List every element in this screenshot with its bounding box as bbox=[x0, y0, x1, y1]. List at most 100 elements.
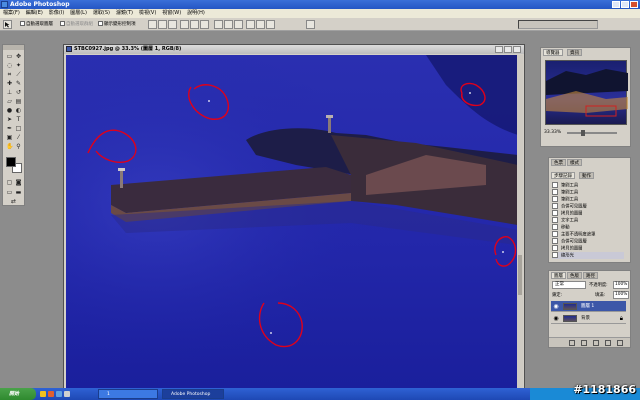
history-item[interactable]: 拷貝的圖層 bbox=[552, 245, 624, 252]
menu-window[interactable]: 視窗(W) bbox=[162, 9, 181, 18]
lasso-tool-icon[interactable]: ◌ bbox=[6, 62, 13, 69]
quick-mask-icon[interactable]: ◙ bbox=[15, 179, 22, 186]
scroll-thumb[interactable] bbox=[518, 255, 522, 295]
maximize-button[interactable] bbox=[621, 1, 629, 8]
gradient-tool-icon[interactable]: ▤ bbox=[15, 98, 22, 105]
zoom-tool-icon[interactable]: ⚲ bbox=[15, 143, 22, 150]
document-title-bar[interactable]: STBC0927.jpg @ 33.3% (圖層 1, RGB/8) bbox=[64, 45, 524, 54]
align-bottom-button[interactable] bbox=[168, 20, 177, 29]
blur-tool-icon[interactable]: ● bbox=[6, 107, 13, 114]
history-item[interactable]: 合併可見圖層 bbox=[552, 203, 624, 210]
palette-well[interactable] bbox=[518, 20, 598, 29]
add-mask-button[interactable] bbox=[581, 340, 587, 346]
doc-minimize-button[interactable] bbox=[495, 46, 503, 53]
move-tool-icon[interactable]: ✥ bbox=[15, 53, 22, 60]
delete-layer-button[interactable] bbox=[617, 340, 623, 346]
distribute-top-button[interactable] bbox=[214, 20, 223, 29]
tab-paths[interactable]: 路徑 bbox=[583, 272, 598, 279]
tab-navigator[interactable]: 導覽器 bbox=[543, 49, 563, 56]
shape-tool-icon[interactable]: □ bbox=[15, 125, 22, 132]
image-canvas[interactable] bbox=[66, 55, 518, 388]
zoom-slider-track[interactable] bbox=[567, 132, 617, 134]
history-brush-tool-icon[interactable]: ↺ bbox=[15, 89, 22, 96]
healing-brush-tool-icon[interactable]: ✚ bbox=[6, 80, 13, 87]
minimize-button[interactable] bbox=[612, 1, 620, 8]
align-vcenter-button[interactable] bbox=[158, 20, 167, 29]
quicklaunch-media-icon[interactable] bbox=[48, 391, 54, 397]
history-item[interactable]: 拷貝的圖層 bbox=[552, 210, 624, 217]
start-button[interactable]: 開始 bbox=[0, 388, 36, 400]
menu-edit[interactable]: 編輯(E) bbox=[26, 9, 43, 18]
tab-actions[interactable]: 動作 bbox=[579, 172, 594, 179]
align-hcenter-button[interactable] bbox=[190, 20, 199, 29]
menu-select[interactable]: 選取(S) bbox=[93, 9, 110, 18]
auto-select-group-option[interactable]: 自動選取群組 bbox=[60, 21, 93, 28]
visibility-eye-icon[interactable]: ◉ bbox=[552, 313, 560, 324]
quicklaunch-explorer-icon[interactable] bbox=[64, 391, 70, 397]
menu-layer[interactable]: 圖層(L) bbox=[70, 9, 87, 18]
layer-row[interactable]: ◉ 圖層 1 bbox=[551, 301, 626, 312]
tab-layers[interactable]: 圖層 bbox=[551, 272, 566, 279]
toolbox-grip[interactable] bbox=[3, 45, 24, 50]
pen-tool-icon[interactable]: ✒ bbox=[6, 125, 13, 132]
distribute-right-button[interactable] bbox=[266, 20, 275, 29]
screen-mode-standard-icon[interactable]: ▭ bbox=[6, 189, 13, 196]
eraser-tool-icon[interactable]: ▱ bbox=[6, 98, 13, 105]
history-item[interactable]: 筆刷工具 bbox=[552, 196, 624, 203]
show-transform-checkbox[interactable] bbox=[98, 21, 103, 26]
history-item[interactable]: 移動 bbox=[552, 224, 624, 231]
history-item[interactable]: 主要不透明度遮罩 bbox=[552, 231, 624, 238]
menu-help[interactable]: 說明(H) bbox=[187, 9, 205, 18]
history-item[interactable]: 合併可見圖層 bbox=[552, 238, 624, 245]
standard-mode-icon[interactable]: ▢ bbox=[6, 179, 13, 186]
add-layer-style-button[interactable] bbox=[569, 340, 575, 346]
crop-tool-icon[interactable]: ⌗ bbox=[6, 71, 13, 78]
navigator-thumbnail[interactable] bbox=[545, 60, 628, 125]
auto-select-group-checkbox[interactable] bbox=[60, 21, 65, 26]
menu-filter[interactable]: 濾鏡(T) bbox=[116, 9, 133, 18]
history-item-current[interactable]: 線形光 bbox=[552, 252, 624, 259]
show-transform-option[interactable]: 顯示變形控制項 bbox=[98, 21, 136, 28]
history-item[interactable]: 文字工具 bbox=[552, 217, 624, 224]
doc-maximize-button[interactable] bbox=[504, 46, 512, 53]
auto-select-checkbox[interactable] bbox=[20, 21, 25, 26]
tab-channels[interactable]: 色版 bbox=[567, 272, 582, 279]
slice-tool-icon[interactable]: ⟋ bbox=[15, 71, 22, 78]
distribute-left-button[interactable] bbox=[246, 20, 255, 29]
distribute-vcenter-button[interactable] bbox=[224, 20, 233, 29]
tab-swatches[interactable]: 色票 bbox=[551, 159, 566, 166]
type-tool-icon[interactable]: T bbox=[15, 116, 22, 123]
magic-wand-tool-icon[interactable]: ✦ bbox=[15, 62, 22, 69]
new-layer-button[interactable] bbox=[605, 340, 611, 346]
navigator-zoom-value[interactable]: 33.33% bbox=[544, 130, 561, 135]
hand-tool-icon[interactable]: ✋ bbox=[6, 143, 13, 150]
fill-field[interactable]: 100% bbox=[613, 291, 629, 299]
distribute-bottom-button[interactable] bbox=[234, 20, 243, 29]
visibility-eye-icon[interactable]: ◉ bbox=[552, 301, 560, 312]
align-right-button[interactable] bbox=[200, 20, 209, 29]
quicklaunch-ie-icon[interactable] bbox=[40, 391, 46, 397]
layer-row[interactable]: ◉ 背景 🔒︎ bbox=[551, 313, 626, 324]
tab-styles[interactable]: 樣式 bbox=[567, 159, 582, 166]
auto-select-option[interactable]: 自動選取圖層 bbox=[20, 21, 53, 28]
screen-mode-full-icon[interactable]: ▬ bbox=[15, 189, 22, 196]
close-button[interactable] bbox=[630, 1, 638, 8]
clone-stamp-tool-icon[interactable]: ⊥ bbox=[6, 89, 13, 96]
opacity-field[interactable]: 100% bbox=[613, 281, 629, 289]
notes-tool-icon[interactable]: ▣ bbox=[6, 134, 13, 141]
menu-image[interactable]: 影像(I) bbox=[49, 9, 64, 18]
move-tool-preset-button[interactable] bbox=[3, 20, 12, 29]
quicklaunch-desktop-icon[interactable] bbox=[56, 391, 62, 397]
brush-tool-icon[interactable]: ✎ bbox=[15, 80, 22, 87]
eyedropper-tool-icon[interactable]: ⁄ bbox=[15, 134, 22, 141]
dodge-tool-icon[interactable]: ◐ bbox=[15, 107, 22, 114]
align-top-button[interactable] bbox=[148, 20, 157, 29]
menu-file[interactable]: 檔案(F) bbox=[3, 9, 20, 18]
taskbar-item-folder[interactable]: 1 bbox=[98, 389, 158, 399]
history-item[interactable]: 筆刷工具 bbox=[552, 182, 624, 189]
zoom-slider-thumb[interactable] bbox=[581, 130, 585, 136]
tab-info[interactable]: 資訊 bbox=[567, 49, 582, 56]
tab-history[interactable]: 步驟記錄 bbox=[551, 172, 575, 179]
menu-view[interactable]: 檢視(V) bbox=[139, 9, 156, 18]
align-left-button[interactable] bbox=[180, 20, 189, 29]
